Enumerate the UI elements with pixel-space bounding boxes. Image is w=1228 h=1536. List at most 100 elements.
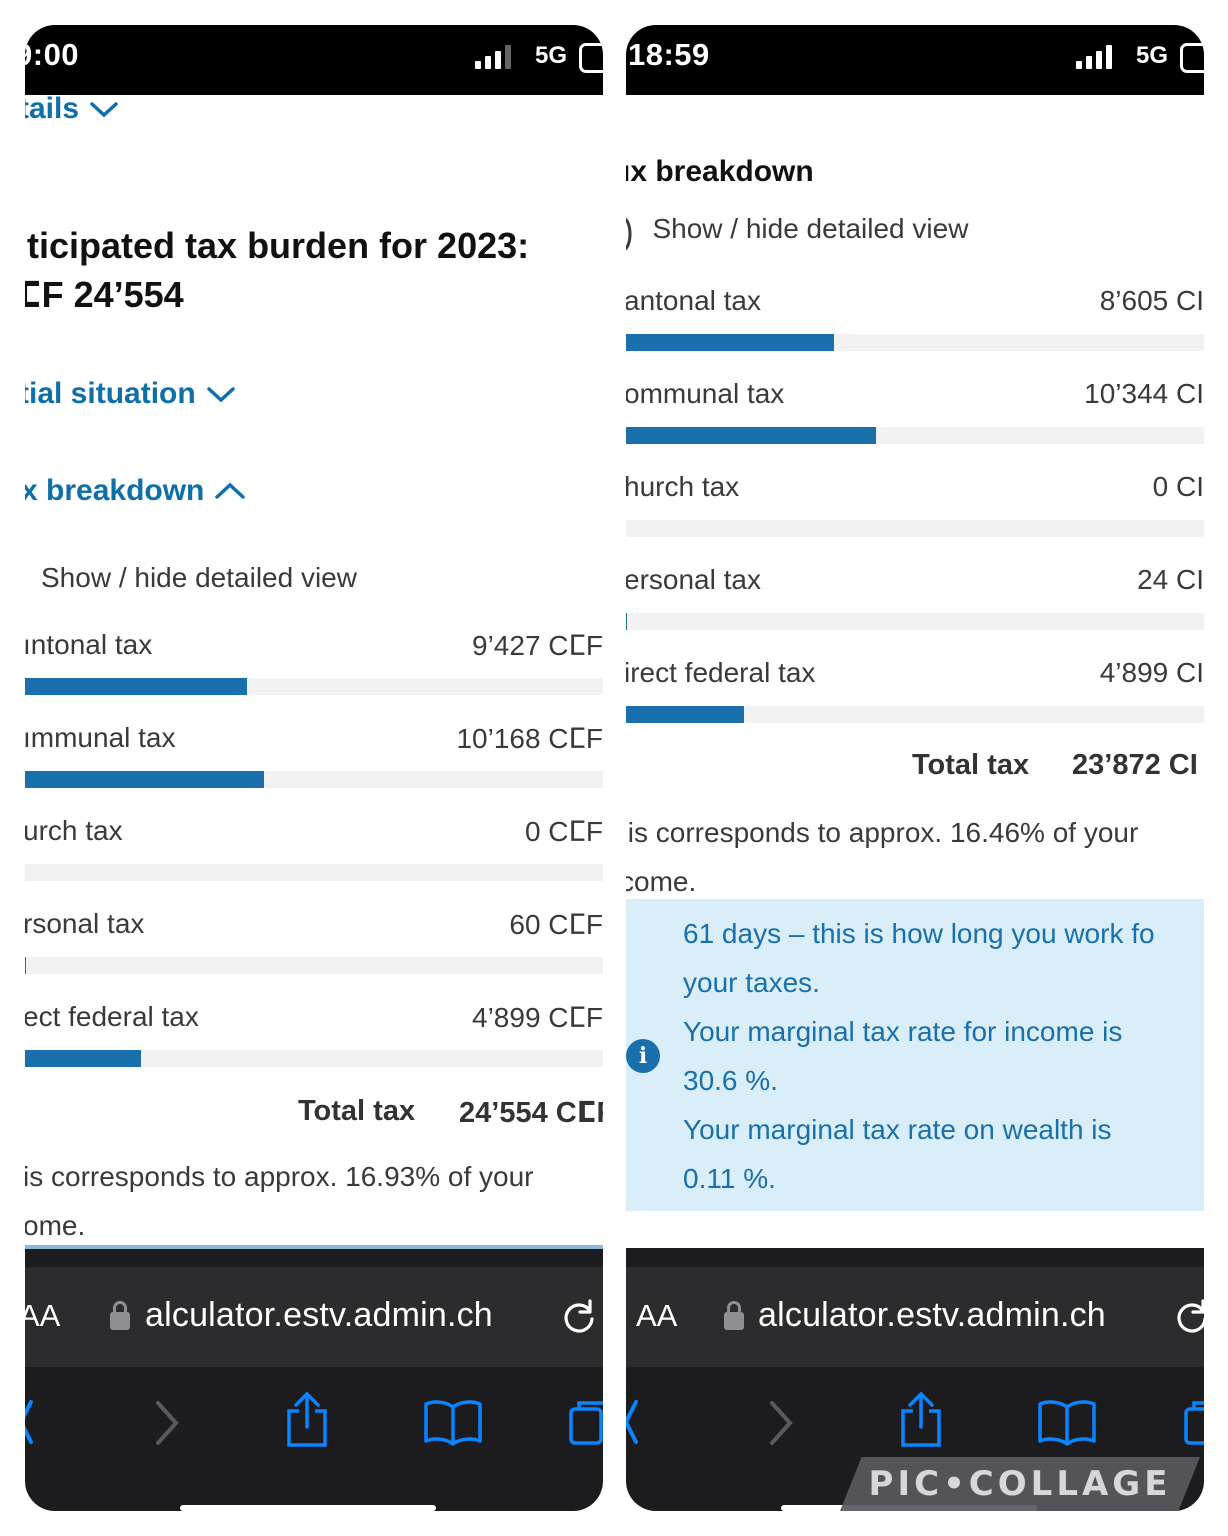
tax-share-fill [25, 1050, 141, 1067]
details-link[interactable]: tails [25, 92, 119, 127]
toggle-label: Show / hide detailed view [652, 213, 969, 244]
headline-amount: ⵎF 24’554 [25, 274, 184, 315]
chevron-down-icon [89, 93, 119, 127]
toolbar-edge [626, 1248, 1204, 1268]
tax-row-label: ersonal tax [626, 564, 761, 595]
tax-share-fill [25, 771, 265, 788]
info-text: 30.6 %. [683, 1065, 778, 1096]
url-text[interactable]: alculator.estv.admin.ch [145, 1296, 493, 1335]
back-icon[interactable] [25, 1397, 37, 1447]
breakdown-link[interactable]: x breakdown [25, 474, 246, 509]
tax-row-label: ect federal tax [25, 1001, 199, 1032]
tax-share-bar [626, 427, 1204, 444]
tabs-icon[interactable] [1182, 1397, 1204, 1447]
signal-icon [475, 45, 513, 69]
section-title: ıx breakdown [626, 155, 814, 188]
chevron-down-icon [206, 378, 236, 412]
tax-share-fill [626, 427, 877, 444]
signal-icon [1076, 45, 1114, 69]
battery-icon [579, 43, 603, 73]
tax-share-bar [25, 771, 603, 788]
reload-icon[interactable] [559, 1297, 599, 1337]
total-tax-label: Total tax [912, 749, 1030, 781]
info-text: Your marginal tax rate on wealth is [683, 1114, 1112, 1145]
collage-watermark: PIC•COLLAGE [840, 1457, 1200, 1511]
income-share-line: is corresponds to approx. 16.93% of your [25, 1161, 534, 1192]
info-icon: i [626, 1039, 660, 1073]
reload-icon[interactable] [1172, 1297, 1204, 1337]
income-share-line: ıis corresponds to approx. 16.46% of you… [626, 817, 1139, 848]
tax-share-bar [25, 957, 603, 974]
bottom-toolbar [25, 1367, 603, 1511]
tax-burden-headline: ıticipated tax burden for 2023: ⵎF 24’55… [25, 221, 529, 319]
tax-share-bar [25, 864, 603, 881]
tax-row-value: 4’899 CⵎF [472, 1002, 603, 1033]
breakdown-link-label: x breakdown [25, 474, 205, 507]
battery-icon [1180, 43, 1204, 73]
info-text: your taxes. [683, 967, 820, 998]
tabs-icon[interactable] [567, 1397, 603, 1447]
tax-share-bar [626, 613, 1204, 630]
tax-row-label: irect federal tax [626, 657, 816, 688]
detailed-view-toggle[interactable]: Show / hide detailed view [41, 562, 357, 594]
text-size-button[interactable]: AA [25, 1298, 60, 1334]
home-indicator [180, 1505, 436, 1511]
tax-row-value: 60 CⵎF [509, 909, 603, 940]
right-screenshot: 18:59 5G ıx breakdown Show / hide detail… [626, 25, 1204, 1511]
tax-share-fill [25, 678, 247, 695]
tax-share-bar [25, 678, 603, 695]
tax-row-label: ıntonal tax [25, 629, 153, 660]
tax-share-fill [626, 706, 745, 723]
address-bar[interactable]: AA alculator.estv.admin.ch [25, 1267, 603, 1367]
income-share-text: ıis corresponds to approx. 16.46% of you… [626, 808, 1138, 906]
tax-row-value: 24 CI [1137, 564, 1204, 595]
tax-share-fill [25, 957, 27, 974]
url-text[interactable]: alculator.estv.admin.ch [758, 1296, 1106, 1335]
income-share-line: ome. [25, 1210, 86, 1241]
lock-icon [110, 1301, 130, 1330]
detailed-view-toggle[interactable]: Show / hide detailed view [626, 213, 968, 254]
info-box: i 61 days – this is how long you work fo… [626, 899, 1204, 1211]
info-text: 0.11 %. [683, 1163, 776, 1194]
aa-label: AA [25, 1298, 61, 1333]
info-text: Your marginal tax rate for income is [683, 1016, 1123, 1047]
tax-row-value: 9’427 CⵎF [472, 630, 603, 661]
tax-share-bar [626, 706, 1204, 723]
tax-share-bar [25, 1050, 603, 1067]
tax-row-label: ımmunal tax [25, 722, 176, 753]
tax-row-value: 10’344 CI [1084, 378, 1204, 409]
tax-share-bar [626, 520, 1204, 537]
situation-link[interactable]: tial situation [25, 377, 236, 412]
address-bar[interactable]: AA alculator.estv.admin.ch [626, 1267, 1204, 1367]
forward-icon[interactable] [150, 1399, 184, 1447]
status-bar: 18:59 5G [626, 25, 1204, 95]
headline-line: ıticipated tax burden for 2023: [25, 225, 530, 266]
details-link-label: tails [25, 92, 80, 125]
tax-share-fill [626, 334, 835, 351]
share-icon[interactable] [283, 1391, 331, 1449]
toolbar-edge [25, 1249, 603, 1269]
lock-icon [724, 1301, 744, 1330]
info-text: 61 days – this is how long you work fo [683, 918, 1155, 949]
total-tax-value: 23’872 CI [1072, 749, 1198, 781]
forward-icon[interactable] [764, 1399, 798, 1447]
network-type: 5G [1135, 42, 1168, 69]
tax-share-fill [626, 613, 627, 630]
network-type: 5G [534, 42, 567, 69]
share-icon[interactable] [897, 1391, 945, 1449]
total-tax-label: Total tax [298, 1095, 416, 1127]
situation-link-label: tial situation [25, 377, 196, 410]
tax-row-value: 0 CI [1152, 471, 1204, 502]
bookmarks-icon[interactable] [1037, 1397, 1097, 1447]
income-share-text: is corresponds to approx. 16.93% of your… [25, 1152, 534, 1250]
chevron-up-icon [214, 475, 246, 509]
status-time: 18:59 [628, 37, 710, 72]
tax-row-value: 4’899 CI [1099, 657, 1204, 688]
left-screenshot: 9:00 5G tails ıticipated tax burden for … [25, 25, 603, 1511]
back-icon[interactable] [626, 1397, 642, 1447]
bookmarks-icon[interactable] [423, 1397, 483, 1447]
total-tax-value: 24’554 CⵎF [459, 1097, 603, 1129]
tax-row-label: hurch tax [626, 471, 740, 502]
tax-row-label: urch tax [25, 815, 123, 846]
text-size-button[interactable]: AA [636, 1298, 677, 1334]
